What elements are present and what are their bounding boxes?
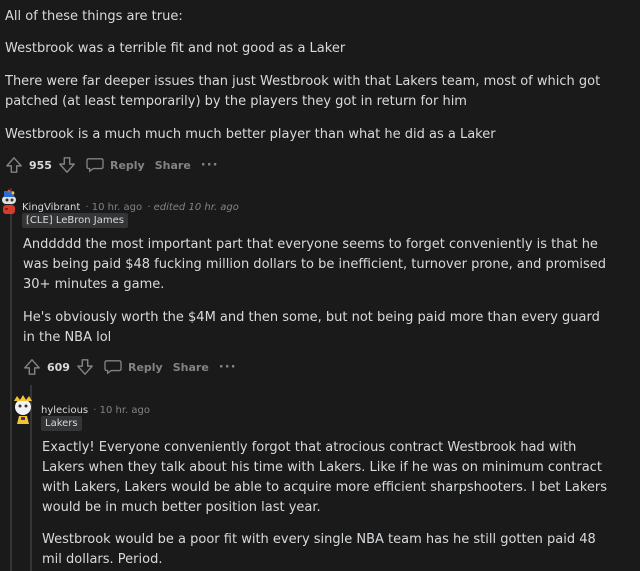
- more-options-button[interactable]: ···: [201, 158, 219, 173]
- thread-line-top[interactable]: [10, 188, 12, 571]
- share-button[interactable]: Share: [155, 159, 191, 172]
- timestamp[interactable]: · 10 hr. ago: [85, 202, 142, 213]
- upvote-icon[interactable]: [3, 154, 25, 176]
- comment-icon: [104, 360, 122, 375]
- username[interactable]: hylecious: [41, 405, 88, 416]
- reply-label: Reply: [109, 158, 145, 172]
- top-comment-p4: Westbrook is a much much much better pla…: [5, 127, 496, 142]
- comment-p1: Anddddd the most important part that eve…: [23, 237, 607, 292]
- username[interactable]: KingVibrant: [22, 202, 80, 213]
- avatar[interactable]: [10, 395, 36, 425]
- comment-actions: 609 Reply Share ···: [21, 355, 237, 379]
- top-comment-p3: There were far deeper issues than just W…: [5, 74, 601, 109]
- comment-header: hylecious · 10 hr. ago: [41, 398, 150, 417]
- vote-count: 955: [29, 158, 52, 172]
- reply-label: Reply: [127, 360, 163, 374]
- top-comment-p2: Westbrook was a terrible fit and not goo…: [5, 41, 346, 56]
- comment-p2: He's obviously worth the $4M and then so…: [23, 310, 600, 345]
- comment-header: KingVibrant · 10 hr. ago · edited 10 hr.…: [22, 195, 239, 214]
- downvote-icon[interactable]: [56, 154, 78, 176]
- user-flair: Lakers: [41, 416, 82, 431]
- top-comment-p1: All of these things are true:: [5, 9, 183, 24]
- vote-count: 609: [47, 360, 70, 374]
- comment-p2: Westbrook would be a poor fit with every…: [42, 532, 596, 567]
- comment-icon: [86, 158, 104, 173]
- reply-button[interactable]: Reply: [104, 359, 163, 375]
- avatar[interactable]: [0, 188, 20, 220]
- timestamp[interactable]: · 10 hr. ago: [93, 405, 150, 416]
- top-comment-actions: 955 Reply Share ···: [3, 153, 219, 177]
- upvote-icon[interactable]: [21, 356, 43, 378]
- reply-button[interactable]: Reply: [86, 157, 145, 173]
- user-flair: [CLE] LeBron James: [22, 213, 128, 228]
- more-options-button[interactable]: ···: [219, 360, 237, 375]
- downvote-icon[interactable]: [74, 356, 96, 378]
- share-button[interactable]: Share: [173, 361, 209, 374]
- edited-timestamp: · edited 10 hr. ago: [147, 202, 239, 213]
- comment-p1: Exactly! Everyone conveniently forgot th…: [42, 440, 608, 515]
